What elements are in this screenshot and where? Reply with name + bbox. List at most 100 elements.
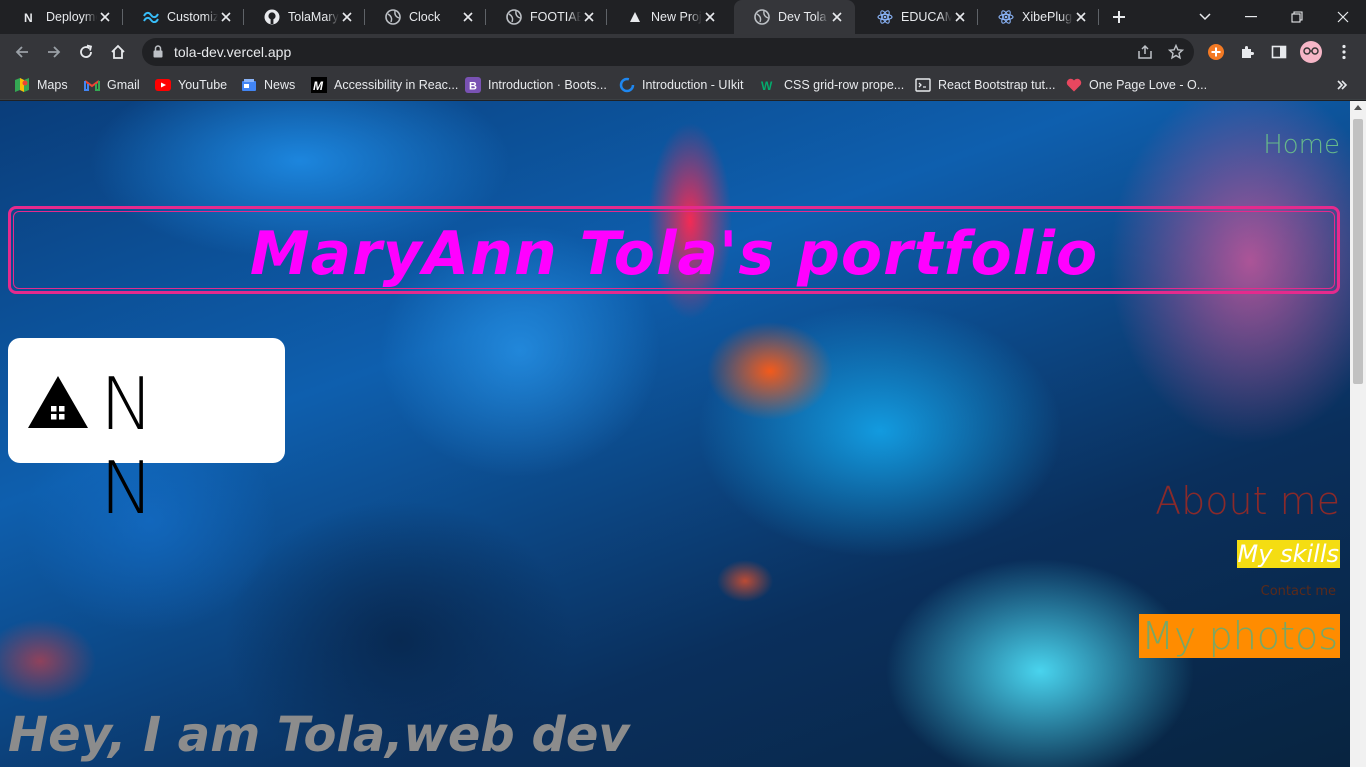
reload-icon bbox=[80, 44, 93, 58]
minimize-icon bbox=[1245, 16, 1257, 18]
scroll-up-arrow-icon[interactable] bbox=[1354, 105, 1362, 110]
bookmark-label: Maps bbox=[37, 78, 68, 92]
w3schools-icon: W bbox=[761, 77, 777, 93]
bookmark-youtube[interactable]: YouTube bbox=[155, 75, 227, 95]
page-scrollbar[interactable] bbox=[1350, 101, 1366, 767]
close-tab-icon[interactable] bbox=[581, 9, 597, 25]
bootstrap-icon: B bbox=[465, 77, 481, 93]
extension-plus-icon bbox=[1208, 44, 1224, 60]
bookmark-css-grid[interactable]: W CSS grid-row prope... bbox=[761, 75, 904, 95]
url-text: tola-dev.vercel.app bbox=[174, 44, 292, 60]
close-tab-icon[interactable] bbox=[339, 9, 355, 25]
side-panel-icon bbox=[1271, 45, 1287, 59]
extensions-menu-button[interactable] bbox=[1233, 38, 1261, 66]
side-panel-button[interactable] bbox=[1265, 38, 1293, 66]
hero-heading: Hey, I am Tola,web dev bbox=[8, 707, 630, 763]
bookmark-label: CSS grid-row prope... bbox=[784, 78, 905, 92]
reload-button[interactable] bbox=[72, 38, 100, 66]
bookmark-uikit[interactable]: Introduction - UIkit bbox=[619, 75, 743, 95]
bookmark-news[interactable]: News bbox=[241, 75, 295, 95]
tab-title: TolaMaryA bbox=[288, 10, 339, 24]
forward-button[interactable] bbox=[40, 38, 68, 66]
nav-photos-link[interactable]: My photos bbox=[1139, 614, 1340, 658]
lock-icon bbox=[153, 45, 163, 58]
bookmark-accessibility[interactable]: M Accessibility in Reac... bbox=[311, 75, 458, 95]
tab-clock[interactable]: Clock bbox=[365, 0, 486, 34]
browser-menu-button[interactable] bbox=[1330, 38, 1358, 66]
close-tab-icon[interactable] bbox=[829, 9, 845, 25]
bookmark-label: React Bootstrap tut... bbox=[938, 78, 1056, 92]
portfolio-banner: MaryAnn Tola's portfolio bbox=[8, 206, 1340, 294]
bookmark-react-bootstrap[interactable]: React Bootstrap tut... bbox=[915, 75, 1055, 95]
close-tab-icon[interactable] bbox=[460, 9, 476, 25]
close-tab-icon[interactable] bbox=[952, 9, 968, 25]
svg-text:B: B bbox=[469, 81, 477, 93]
close-tab-icon[interactable] bbox=[218, 9, 234, 25]
bookmarks-overflow-button[interactable] bbox=[1336, 75, 1348, 95]
nextjs-icon: N bbox=[22, 9, 38, 25]
bookmark-gmail[interactable]: Gmail bbox=[84, 75, 140, 95]
profile-button[interactable] bbox=[1297, 38, 1325, 66]
globe-icon bbox=[506, 9, 522, 25]
tab-dev-tola[interactable]: Dev Tola p bbox=[734, 0, 855, 34]
tab-title: New Projec bbox=[651, 10, 702, 24]
uikit-icon bbox=[619, 77, 635, 93]
logo-text: N N bbox=[100, 362, 188, 530]
tab-tolamarya[interactable]: TolaMaryA bbox=[244, 0, 365, 34]
tab-educamia[interactable]: EDUCAMIA bbox=[857, 0, 978, 34]
home-button[interactable] bbox=[104, 38, 132, 66]
react-icon bbox=[877, 9, 893, 25]
bookmark-maps[interactable]: Maps bbox=[14, 75, 68, 95]
tab-title: EDUCAMIA bbox=[901, 10, 952, 24]
close-tab-icon[interactable] bbox=[702, 9, 718, 25]
nav-home-link[interactable]: Home bbox=[1263, 130, 1340, 160]
close-tab-icon[interactable] bbox=[1073, 9, 1089, 25]
bookmark-label: YouTube bbox=[178, 78, 228, 92]
browser-toolbar: tola-dev.vercel.app bbox=[0, 34, 1366, 70]
bookmark-bootstrap[interactable]: B Introduction · Boots... bbox=[465, 75, 607, 95]
kebab-menu-icon bbox=[1342, 44, 1346, 60]
address-bar[interactable]: tola-dev.vercel.app bbox=[142, 38, 1194, 66]
tab-search-button[interactable] bbox=[1182, 0, 1228, 34]
bookmark-label: Introduction - UIkit bbox=[642, 78, 744, 92]
avatar bbox=[1300, 41, 1322, 63]
tab-strip: N Deploymen Customizin TolaMaryA Clock bbox=[0, 0, 1366, 34]
tab-deployment[interactable]: N Deploymen bbox=[2, 0, 123, 34]
globe-icon bbox=[754, 9, 770, 25]
svg-text:M: M bbox=[313, 79, 324, 93]
tailwind-icon bbox=[143, 9, 159, 25]
extension-button[interactable] bbox=[1202, 38, 1230, 66]
arrow-right-icon bbox=[48, 46, 61, 58]
bookmark-one-page-love[interactable]: One Page Love - O... bbox=[1066, 75, 1207, 95]
tab-xibeplug[interactable]: XibePlug bbox=[978, 0, 1099, 34]
house-triangle-logo-icon bbox=[28, 376, 88, 428]
chevron-down-icon bbox=[1199, 13, 1211, 21]
tutorial-icon bbox=[915, 77, 931, 93]
logo-card: N N bbox=[8, 338, 285, 530]
nav-skills-link[interactable]: My skills bbox=[1236, 540, 1340, 568]
react-icon bbox=[998, 9, 1014, 25]
github-icon bbox=[264, 9, 280, 25]
tab-new-project[interactable]: New Projec bbox=[607, 0, 728, 34]
tab-footiae[interactable]: FOOTIAE bbox=[486, 0, 607, 34]
minimize-button[interactable] bbox=[1228, 0, 1274, 34]
nav-about-link[interactable]: About me bbox=[1155, 479, 1340, 523]
scroll-thumb[interactable] bbox=[1353, 119, 1363, 384]
bookmark-label: Introduction · Boots... bbox=[488, 78, 607, 92]
tab-customizing[interactable]: Customizin bbox=[123, 0, 244, 34]
nav-contact-link[interactable]: Contact me bbox=[1261, 584, 1336, 599]
tab-title: Deploymen bbox=[46, 10, 97, 24]
arrow-left-icon bbox=[15, 46, 28, 58]
tab-title: XibePlug bbox=[1022, 10, 1073, 24]
close-window-button[interactable] bbox=[1320, 0, 1366, 34]
maps-icon bbox=[14, 77, 30, 93]
svg-text:W: W bbox=[761, 79, 773, 92]
new-tab-button[interactable] bbox=[1108, 6, 1130, 28]
youtube-icon bbox=[155, 77, 171, 93]
close-tab-icon[interactable] bbox=[97, 9, 113, 25]
tab-title: Clock bbox=[409, 10, 441, 24]
mdn-icon: M bbox=[311, 77, 327, 93]
back-button[interactable] bbox=[8, 38, 36, 66]
globe-icon bbox=[385, 9, 401, 25]
restore-button[interactable] bbox=[1274, 0, 1320, 34]
